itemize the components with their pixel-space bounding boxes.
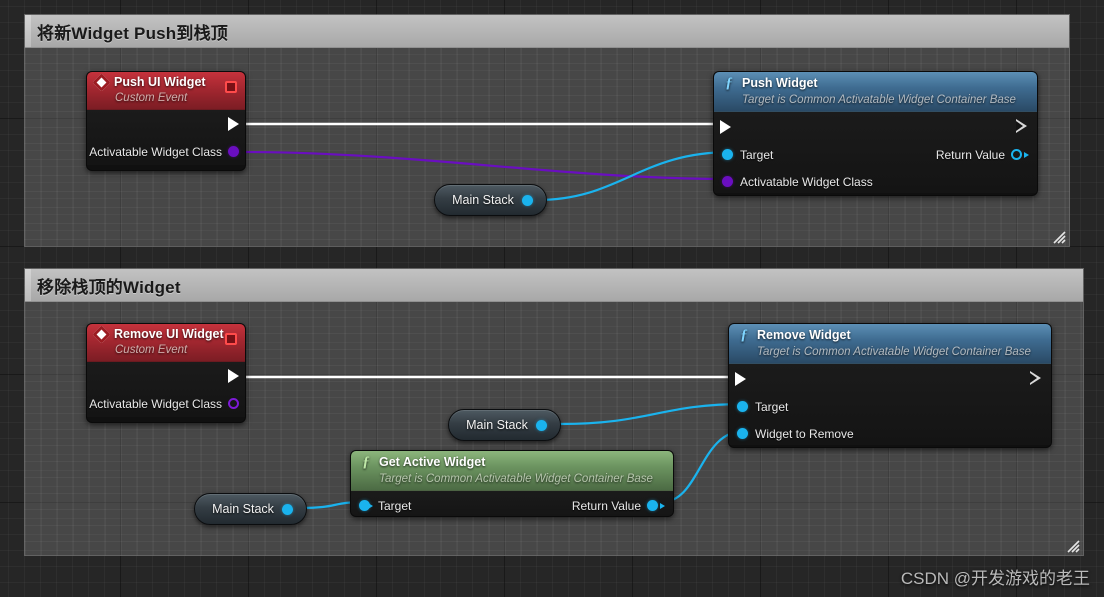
node-header[interactable]: Push UI Widget Custom Event (87, 72, 245, 110)
node-get-active-widget[interactable]: ƒ Get Active Widget Target is Common Act… (350, 450, 674, 517)
exec-in-pin[interactable] (735, 371, 746, 386)
node-subtitle-text: Target is Common Activatable Widget Cont… (742, 94, 1016, 106)
comment-accent-bar (25, 269, 31, 301)
target-in-pin[interactable] (737, 401, 748, 412)
node-body: Target Return Value Activatable Widget C… (714, 112, 1037, 193)
return-value-out-pin[interactable] (1011, 149, 1022, 160)
pin-row-widget-to-remove: Widget to Remove (729, 420, 1051, 447)
node-title-text: Push UI Widget (114, 75, 206, 90)
pin-label: Return Value (935, 147, 1005, 162)
pin-row-exec-out (87, 362, 245, 390)
variable-out-pin[interactable] (535, 419, 547, 431)
exec-out-pin[interactable] (228, 117, 239, 131)
pin-label: Target (378, 498, 412, 513)
comment-title-bar[interactable]: 移除栈顶的Widget (25, 269, 1083, 302)
pin-arrow-icon (368, 502, 373, 509)
comment-title-text: 移除栈顶的Widget (37, 277, 181, 297)
pin-row-exec (729, 364, 1051, 393)
event-delegate-icon[interactable] (225, 81, 237, 93)
node-body: Activatable Widget Class (87, 362, 245, 417)
node-body: Activatable Widget Class (87, 110, 245, 165)
function-f-icon: ƒ (362, 454, 370, 470)
node-header[interactable]: ƒ Remove Widget Target is Common Activat… (729, 324, 1051, 364)
exec-out-pin[interactable] (1016, 119, 1029, 134)
pin-label: Widget to Remove (755, 426, 854, 441)
event-delegate-icon[interactable] (225, 333, 237, 345)
node-subtitle-text: Custom Event (115, 92, 188, 104)
exec-in-pin[interactable] (720, 119, 731, 134)
class-in-pin[interactable] (722, 176, 733, 187)
pin-label: Target (755, 399, 789, 414)
node-push-ui-widget[interactable]: Push UI Widget Custom Event Activatable … (86, 71, 246, 171)
class-out-pin[interactable] (228, 398, 239, 409)
variable-node-main-stack[interactable]: Main Stack (434, 184, 547, 216)
pin-row-target: Target Return Value (714, 141, 1037, 168)
pin-label: Activatable Widget Class (740, 174, 873, 189)
comment-title-bar[interactable]: 将新Widget Push到栈顶 (25, 15, 1069, 48)
node-title-text: Get Active Widget (379, 455, 486, 470)
node-remove-widget[interactable]: ƒ Remove Widget Target is Common Activat… (728, 323, 1052, 448)
exec-out-pin[interactable] (228, 369, 239, 383)
target-in-pin[interactable] (722, 149, 733, 160)
pin-label: Return Value (571, 498, 641, 513)
node-title-text: Remove Widget (757, 328, 851, 343)
blueprint-graph-canvas[interactable]: 将新Widget Push到栈顶 移除栈顶的Widget Push UI Wid… (0, 0, 1104, 597)
pin-row-activatable-widget-class: Activatable Widget Class (87, 390, 245, 417)
variable-node-main-stack[interactable]: Main Stack (194, 493, 307, 525)
return-value-out-pin[interactable] (647, 500, 658, 511)
variable-out-pin[interactable] (521, 194, 533, 206)
widget-to-remove-in-pin[interactable] (737, 428, 748, 439)
node-subtitle-text: Custom Event (115, 344, 188, 356)
pin-row-activatable-widget-class: Activatable Widget Class (87, 138, 245, 165)
pin-arrow-icon (660, 502, 665, 509)
pin-row-target: Target (729, 393, 1051, 420)
comment-resize-handle-icon[interactable] (1064, 537, 1080, 553)
exec-out-pin[interactable] (1030, 371, 1043, 386)
variable-node-main-stack[interactable]: Main Stack (448, 409, 561, 441)
pin-row-target-returnvalue: Target Return Value (351, 491, 673, 516)
node-header[interactable]: ƒ Push Widget Target is Common Activatab… (714, 72, 1037, 112)
node-header[interactable]: ƒ Get Active Widget Target is Common Act… (351, 451, 673, 491)
function-f-icon: ƒ (740, 327, 748, 343)
pin-arrow-icon (1024, 151, 1029, 158)
node-body: Target Return Value (351, 491, 673, 516)
custom-event-diamond-icon (92, 325, 111, 344)
comment-accent-bar (25, 15, 31, 47)
pin-label: Activatable Widget Class (89, 396, 222, 411)
node-header[interactable]: Remove UI Widget Custom Event (87, 324, 245, 362)
comment-resize-handle-icon[interactable] (1050, 228, 1066, 244)
node-title-text: Push Widget (742, 76, 818, 91)
watermark-text: CSDN @开发游戏的老王 (900, 569, 1090, 588)
variable-label: Main Stack (466, 418, 528, 432)
variable-label: Main Stack (452, 193, 514, 207)
node-push-widget[interactable]: ƒ Push Widget Target is Common Activatab… (713, 71, 1038, 196)
pin-row-exec-out (87, 110, 245, 138)
pin-row-activatable-widget-class: Activatable Widget Class (714, 168, 1037, 195)
comment-title-text: 将新Widget Push到栈顶 (37, 23, 228, 43)
node-remove-ui-widget[interactable]: Remove UI Widget Custom Event Activatabl… (86, 323, 246, 423)
custom-event-diamond-icon (92, 73, 111, 92)
node-subtitle-text: Target is Common Activatable Widget Cont… (379, 473, 653, 485)
variable-out-pin[interactable] (281, 503, 293, 515)
pin-row-exec (714, 112, 1037, 141)
class-out-pin[interactable] (228, 146, 239, 157)
node-title-text: Remove UI Widget (114, 327, 224, 342)
variable-label: Main Stack (212, 502, 274, 516)
pin-label: Target (740, 147, 774, 162)
node-subtitle-text: Target is Common Activatable Widget Cont… (757, 346, 1031, 358)
function-f-icon: ƒ (725, 75, 733, 91)
node-body: Target Widget to Remove (729, 364, 1051, 445)
pin-label: Activatable Widget Class (89, 144, 222, 159)
